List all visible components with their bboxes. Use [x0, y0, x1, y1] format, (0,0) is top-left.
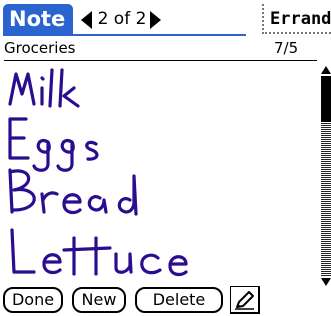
pen-icon [235, 291, 254, 310]
pen-button[interactable] [230, 286, 260, 314]
new-button[interactable]: New [72, 287, 126, 313]
header-divider [4, 60, 317, 61]
ink-word-bread [8, 168, 138, 216]
page-indicator: 2 of 2 [97, 9, 147, 29]
ink-canvas[interactable] [4, 62, 314, 286]
scrollbar-thumb[interactable] [321, 76, 331, 122]
done-button[interactable]: Done [3, 287, 63, 313]
ink-word-milk [8, 68, 80, 108]
delete-button[interactable]: Delete [135, 287, 223, 313]
down-triangle-icon[interactable] [321, 278, 331, 286]
note-screen: Note 2 of 2 Errands Groceries 7/5 [0, 0, 331, 316]
memo-date: 7/5 [274, 39, 299, 57]
right-triangle-icon[interactable] [150, 11, 161, 29]
left-triangle-icon[interactable] [81, 11, 92, 29]
ink-word-lettuce [10, 228, 188, 277]
category-picker[interactable]: Errands [262, 4, 331, 34]
ink-word-eggs [8, 117, 99, 172]
up-triangle-icon[interactable] [321, 66, 331, 74]
title-underline [3, 34, 246, 36]
scrollbar-track[interactable] [321, 122, 331, 276]
memo-title[interactable]: Groceries [4, 37, 76, 59]
app-title[interactable]: Note [3, 4, 74, 34]
handwriting-ink [8, 68, 188, 277]
